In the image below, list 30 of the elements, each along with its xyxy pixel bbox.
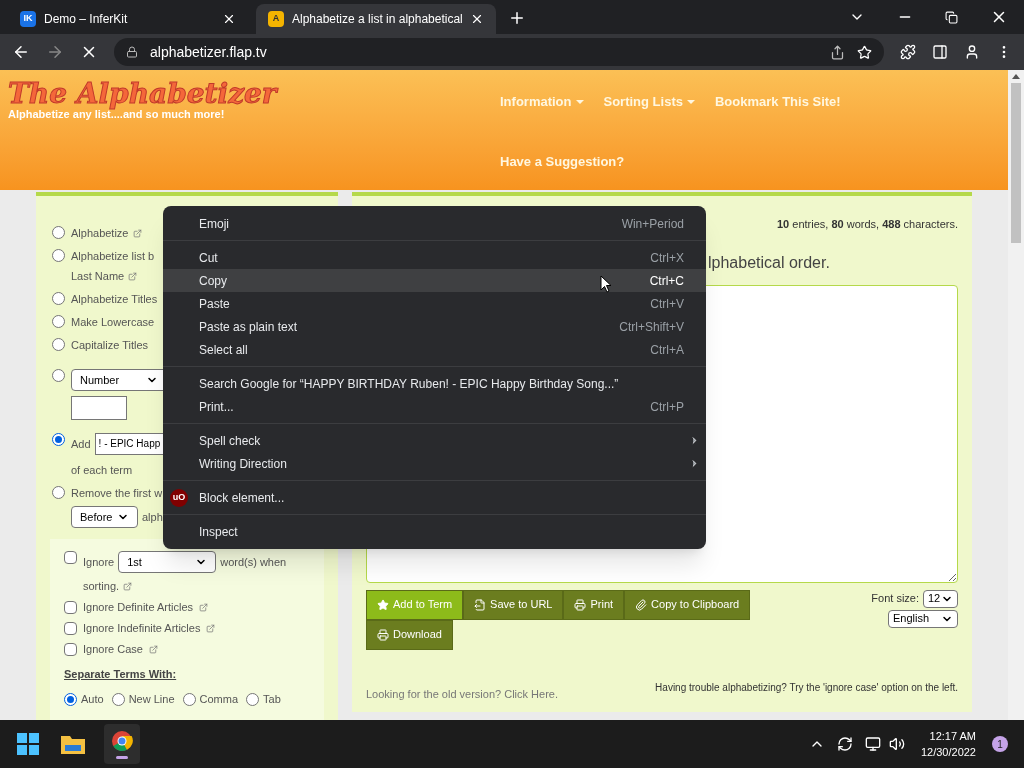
tab-title: Demo – InferKit: [44, 11, 129, 28]
instruction-heading: lphabetical order.: [708, 252, 830, 273]
option-label: Alphabetize Titles: [71, 292, 158, 306]
option-label: Add: [71, 437, 91, 451]
option-label: Tab: [263, 692, 281, 706]
font-size-label: Font size:: [871, 591, 919, 607]
section-title: Separate Terms With:: [64, 667, 178, 681]
option-label: Ignore: [83, 555, 115, 569]
option-label: Last Name: [71, 269, 125, 283]
option-label: sorting.: [83, 579, 120, 593]
option-label: alph: [142, 510, 163, 524]
option-label: of each term: [71, 463, 134, 477]
option-label: Ignore Definite Articles: [83, 600, 194, 614]
text-stats: 10 entries, 80 words, 488 characters.: [776, 217, 958, 232]
option-label: Remove the first w: [71, 486, 163, 500]
tab-title: Alphabetize a list in alphabetical: [292, 11, 462, 28]
option-label: Ignore Case: [83, 642, 143, 656]
option-label: Auto: [81, 692, 104, 706]
option-label: Ignore Indefinite Articles: [83, 621, 201, 635]
option-label: Capitalize Titles: [71, 338, 149, 352]
favicon-icon: A: [268, 11, 284, 27]
option-label: New Line: [128, 692, 175, 706]
option-label: Alphabetize: [71, 226, 129, 240]
tip-text: Having trouble alphabetizing? Try the 'ignore case' option on the left.: [655, 680, 958, 695]
extension-icon: uO: [170, 488, 188, 507]
option-label: Make Lowercase: [71, 315, 155, 329]
option-label: word(s) when: [220, 555, 287, 569]
option-label: Comma: [199, 692, 238, 706]
option-label: Alphabetize list b: [71, 249, 155, 263]
site-icon: IK: [20, 11, 36, 27]
